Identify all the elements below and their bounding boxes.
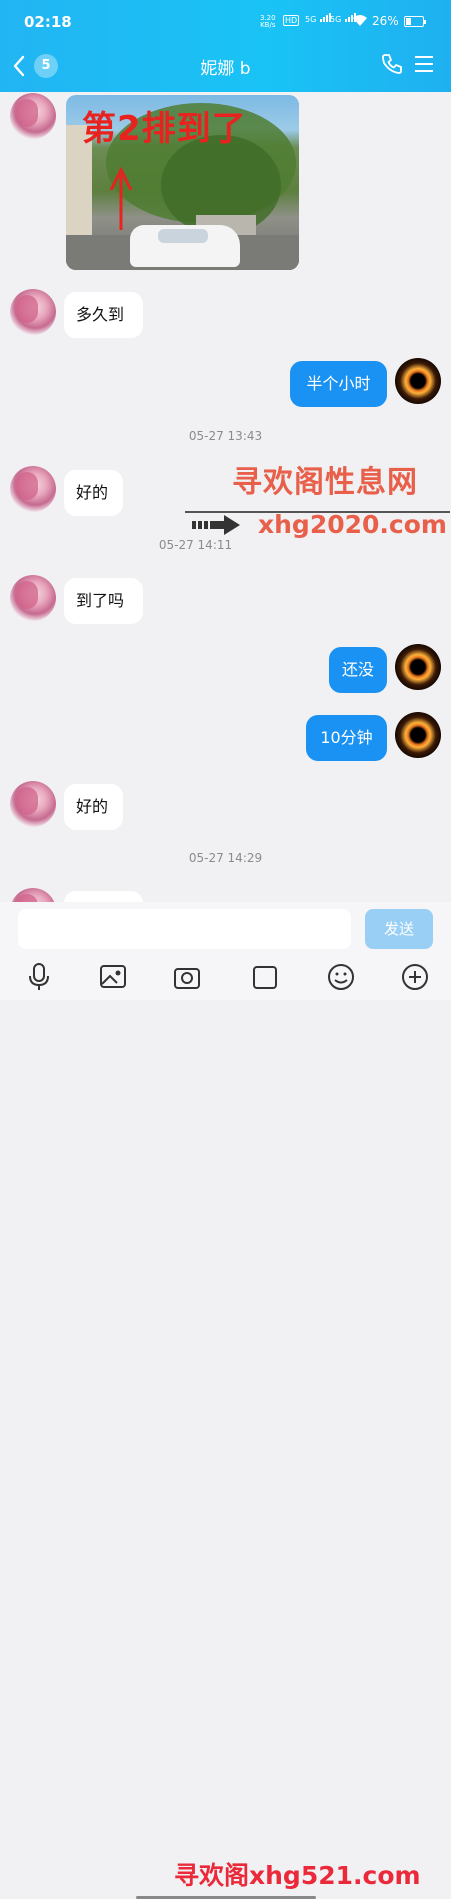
- network-speed: 3.20 KB/s: [260, 15, 276, 29]
- plus-icon[interactable]: [400, 962, 430, 992]
- my-avatar[interactable]: [395, 712, 441, 758]
- image-icon[interactable]: [98, 962, 128, 992]
- signal-1-label: 5G: [305, 15, 317, 24]
- message-bubble-incoming[interactable]: 好的: [64, 784, 123, 830]
- composer: 发送 寻欢阁xhg521.com: [0, 902, 451, 1899]
- watermark-url: xhg2020.com: [258, 510, 447, 539]
- message-input[interactable]: [18, 909, 351, 949]
- battery-percent: 26%: [372, 14, 399, 28]
- contact-avatar[interactable]: [10, 575, 56, 621]
- my-avatar[interactable]: [395, 644, 441, 690]
- message-bubble-incoming[interactable]: 好的: [64, 470, 123, 516]
- phone-icon[interactable]: [380, 52, 404, 76]
- contact-avatar[interactable]: [10, 466, 56, 512]
- composer-toolbar: [0, 962, 451, 1000]
- status-bar: 02:18 3.20 KB/s HD 5G 5G 26%: [0, 0, 451, 44]
- file-icon[interactable]: [250, 962, 280, 992]
- timestamp: 05-27 13:43: [188, 429, 263, 443]
- status-time: 02:18: [24, 13, 72, 31]
- message-bubble-incoming[interactable]: 到了吗: [64, 578, 143, 624]
- emoji-icon[interactable]: [326, 962, 356, 992]
- watermark-text: 寻欢阁性息网: [232, 465, 418, 500]
- top-bar: 02:18 3.20 KB/s HD 5G 5G 26% 5 妮娜 b: [0, 0, 451, 92]
- message-bubble-outgoing[interactable]: 半个小时: [290, 361, 387, 407]
- timestamp: 05-27 14:29: [188, 851, 263, 865]
- watermark-bottom: 寻欢阁xhg521.com: [174, 1861, 421, 1890]
- timestamp: 05-27 14:11: [158, 538, 233, 552]
- my-avatar[interactable]: [395, 358, 441, 404]
- wifi-icon: [353, 15, 367, 26]
- network-speed-unit: KB/s: [260, 21, 276, 29]
- photo-caption: 第2排到了: [82, 109, 247, 149]
- contact-avatar[interactable]: [10, 781, 56, 827]
- signal-1: 5G: [305, 13, 331, 24]
- signal-2-label: 5G: [330, 15, 342, 24]
- contact-avatar[interactable]: [10, 93, 56, 139]
- mic-icon[interactable]: [24, 962, 54, 992]
- menu-icon[interactable]: [414, 54, 434, 74]
- photo-message[interactable]: 第2排到了: [66, 95, 299, 270]
- camera-icon[interactable]: [172, 962, 202, 992]
- watermark-arrow-icon: [192, 515, 240, 535]
- photo-car: [130, 225, 240, 267]
- nav-row: 5 妮娜 b: [0, 44, 451, 88]
- hd-badge: HD: [283, 15, 300, 26]
- send-button[interactable]: 发送: [365, 909, 433, 949]
- battery-icon: [404, 16, 426, 27]
- photo-arrow-annotation: [109, 166, 133, 230]
- contact-avatar[interactable]: [10, 289, 56, 335]
- message-bubble-incoming[interactable]: 多久到: [64, 292, 143, 338]
- message-bubble-outgoing[interactable]: 10分钟: [306, 715, 387, 761]
- message-bubble-outgoing[interactable]: 还没: [329, 647, 387, 693]
